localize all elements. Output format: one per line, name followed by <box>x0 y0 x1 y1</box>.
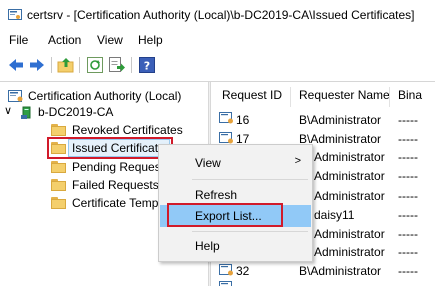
context-menu-help[interactable]: Help <box>160 235 311 257</box>
column-divider[interactable] <box>290 87 291 107</box>
cell-binary: ----- <box>398 227 418 241</box>
certificate-icon <box>219 264 233 276</box>
certificate-icon <box>219 112 233 124</box>
cell-binary: ----- <box>398 208 418 222</box>
menu-separator <box>192 231 308 232</box>
refresh-icon[interactable] <box>86 56 104 74</box>
tree-node-ca[interactable]: ∨ b-DC2019-CA <box>4 104 204 121</box>
submenu-arrow-icon: > <box>294 155 301 167</box>
menu-help[interactable]: Help <box>138 33 163 47</box>
back-arrow-icon[interactable] <box>7 56 25 74</box>
cell-requester-name: Administrator <box>314 227 385 241</box>
column-divider[interactable] <box>389 87 390 107</box>
menu-action[interactable]: Action <box>48 33 81 47</box>
cell-binary: ----- <box>398 264 418 278</box>
cell-binary: ----- <box>398 132 418 146</box>
menu-bar: File Action View Help <box>0 31 435 51</box>
menu-item-label: Help <box>195 239 220 253</box>
folder-icon <box>51 197 66 209</box>
annotation-highlight-issued <box>47 137 173 159</box>
svg-text:?: ? <box>144 60 150 73</box>
cell-requester-name: Administrator <box>314 150 385 164</box>
menu-item-label: View <box>195 156 221 170</box>
ca-server-icon <box>21 106 31 119</box>
cell-binary: ----- <box>398 150 418 164</box>
cell-requester-name: B\Administrator <box>299 264 382 278</box>
tree-label-root: Certification Authority (Local) <box>28 89 182 103</box>
chevron-down-icon[interactable]: ∨ <box>4 104 12 117</box>
toolbar-separator <box>131 57 132 73</box>
cell-request-id: 32 <box>236 264 250 278</box>
cell-requester-name: Administrator <box>314 169 385 183</box>
window-title: certsrv - [Certification Authority (Loca… <box>27 8 415 22</box>
forward-arrow-icon[interactable] <box>28 56 46 74</box>
cell-binary: ----- <box>398 245 418 259</box>
toolbar: ? <box>0 53 435 77</box>
cell-requester-name: Administrator <box>314 189 385 203</box>
cell-binary: ----- <box>398 189 418 203</box>
toolbar-separator <box>79 57 80 73</box>
folder-icon <box>51 179 66 191</box>
column-header-binary-certificate[interactable]: Bina <box>398 88 422 108</box>
certificate-icon <box>219 281 232 286</box>
menu-view[interactable]: View <box>97 33 123 47</box>
help-icon[interactable]: ? <box>138 56 156 74</box>
column-header-request-id[interactable]: Request ID <box>222 88 282 108</box>
toolbar-separator <box>51 57 52 73</box>
menu-file[interactable]: File <box>9 33 28 47</box>
tree-label-ca: b-DC2019-CA <box>38 105 114 119</box>
title-bar: certsrv - [Certification Authority (Loca… <box>0 0 435 30</box>
tree-node-root[interactable]: Certification Authority (Local) <box>8 88 206 105</box>
tree-label: Certificate Templ <box>72 196 162 210</box>
cell-requester-name: B\Administrator <box>299 113 382 127</box>
tree-label: Revoked Certificates <box>72 123 183 137</box>
cell-requester-name: daisy11 <box>314 208 355 222</box>
tree-label: Failed Requests <box>72 178 159 192</box>
export-list-icon[interactable] <box>108 56 126 74</box>
context-menu-view[interactable]: View > <box>160 152 311 174</box>
cell-request-id: 16 <box>236 113 250 127</box>
context-menu: View > Refresh Export List... Help <box>158 144 313 262</box>
menu-item-label: Refresh <box>195 188 238 202</box>
annotation-highlight-export <box>167 203 283 227</box>
certsrv-app-icon <box>8 9 22 20</box>
column-header-requester-name[interactable]: Requester Name <box>299 88 390 108</box>
cell-binary: ----- <box>398 169 418 183</box>
folder-icon <box>51 161 66 173</box>
folder-icon <box>51 124 66 136</box>
up-folder-icon[interactable] <box>57 56 75 74</box>
cell-requester-name: Administrator <box>314 245 385 259</box>
menu-separator <box>192 179 308 180</box>
cell-binary: ----- <box>398 113 418 127</box>
certification-authority-icon <box>8 90 23 102</box>
tree-label: Pending Request <box>72 160 165 174</box>
